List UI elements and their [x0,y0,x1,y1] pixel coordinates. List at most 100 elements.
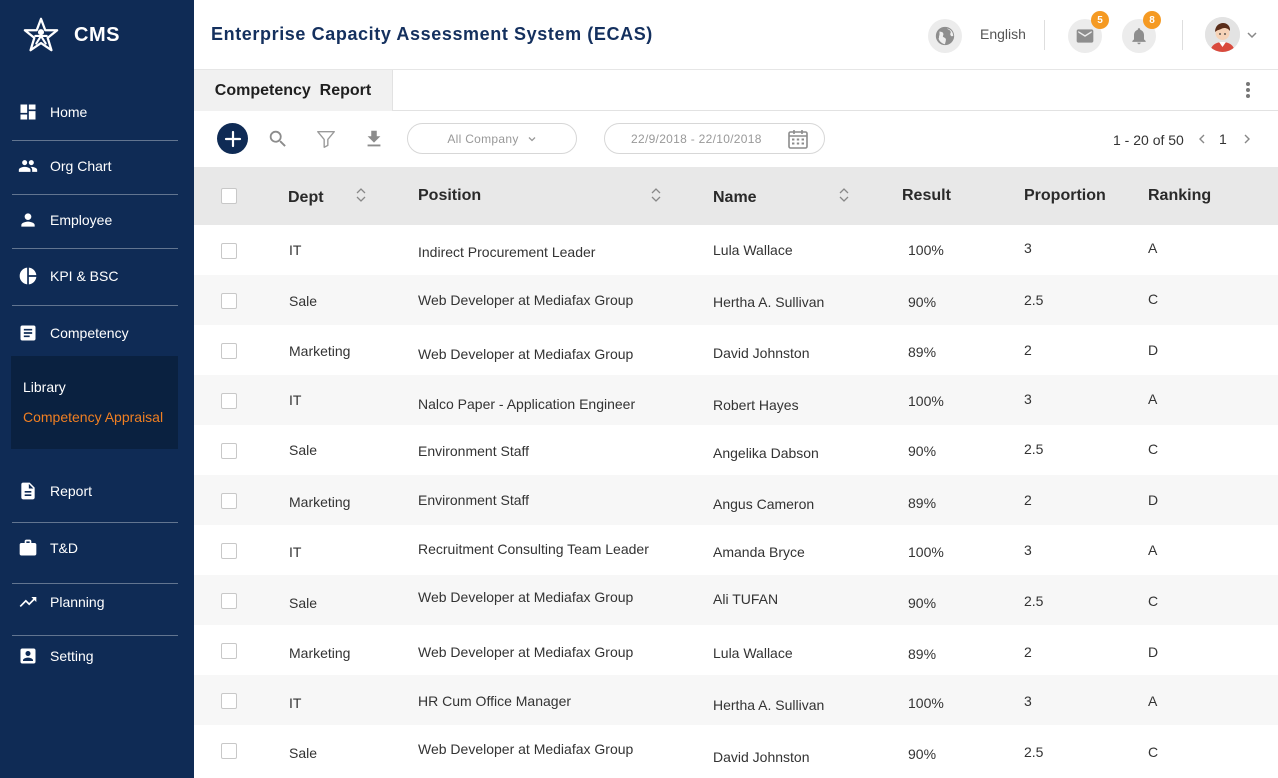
cell-dept: Sale [289,595,318,611]
company-select-value: All Company [447,131,519,146]
cell-result: 90% [908,294,937,310]
cell-result: 89% [908,495,937,511]
submenu-item-competency-appraisal[interactable]: Competency Appraisal [23,409,163,425]
sidebar-divider [12,305,178,306]
filter-button[interactable] [315,128,337,150]
column-header-proportion[interactable]: Proportion [1024,187,1106,205]
cell-ranking: C [1148,441,1159,457]
cell-result: 89% [908,344,937,360]
brand-logo[interactable]: CMS [22,15,120,55]
cell-name: David Johnston [713,345,810,361]
brand-name: CMS [74,23,120,46]
table-row[interactable]: IT Recruitment Consulting Team Leader Aman… [194,525,1278,575]
column-header-result[interactable]: Result [902,187,951,205]
download-button[interactable] [363,128,385,150]
cell-ranking: A [1148,693,1158,709]
submenu-item-library[interactable]: Library [23,379,66,395]
cell-proportion: 2.5 [1024,292,1044,308]
cell-proportion: 2 [1024,492,1032,508]
table-row[interactable]: IT Indirect Procurement Leader Lula Wallac… [194,225,1278,275]
sidebar-item-employee[interactable]: Employee [12,210,178,230]
more-vert-icon[interactable] [1240,80,1256,100]
date-range-picker[interactable]: 22/9/2018 - 22/10/2018 [604,123,825,154]
row-checkbox[interactable] [221,243,237,259]
sidebar-item-kpi-bsc[interactable]: KPI & BSC [12,266,178,286]
sidebar-item-planning[interactable]: Planning [12,592,178,612]
sidebar-item-label: Setting [50,648,94,664]
next-page-button[interactable] [1241,132,1253,146]
chevron-left-icon [1199,134,1205,144]
table-row[interactable]: Marketing Web Developer at Mediafax Group… [194,325,1278,375]
sidebar-item-org-chart[interactable]: Org Chart [12,156,178,176]
row-checkbox[interactable] [221,593,237,609]
competency-submenu: Library Competency Appraisal [11,356,178,449]
table-row[interactable]: Sale Web Developer at Mediafax Group David… [194,725,1278,775]
table-row[interactable]: IT Nalco Paper - Application Engineer Robe… [194,375,1278,425]
sort-icon[interactable] [838,187,850,203]
column-header-name[interactable]: Name [713,189,757,207]
row-checkbox[interactable] [221,693,237,709]
cell-result: 90% [908,595,937,611]
table-row[interactable]: Marketing Environment Staff Angus Cameron 8… [194,475,1278,525]
cell-proportion: 3 [1024,240,1032,256]
row-checkbox[interactable] [221,543,237,559]
row-checkbox[interactable] [221,343,237,359]
prev-page-button[interactable] [1196,132,1208,146]
cell-name: Angus Cameron [713,496,815,512]
row-checkbox[interactable] [221,743,237,759]
cell-position: HR Cum Office Manager [418,693,572,709]
cell-dept: Sale [289,442,318,458]
search-button[interactable] [267,128,289,150]
sidebar-divider [12,194,178,195]
language-selector[interactable]: English [980,26,1026,42]
cell-dept: Marketing [289,645,351,661]
row-checkbox[interactable] [221,643,237,659]
sort-icon[interactable] [650,187,662,203]
table-row[interactable]: Sale Environment Staff Angelika Dabson 90% 2… [194,425,1278,475]
row-checkbox[interactable] [221,493,237,509]
row-checkbox[interactable] [221,443,237,459]
table-row[interactable]: IT HR Cum Office Manager Hertha A. Sulliva… [194,675,1278,725]
cell-position: Web Developer at Mediafax Group [418,589,634,605]
avatar[interactable] [1205,17,1240,52]
table-row[interactable]: Sale Web Developer at Mediafax Group Ali T… [194,575,1278,625]
sidebar-item-competency[interactable]: Competency [12,323,178,343]
cell-name: Lula Wallace [713,645,793,661]
add-button[interactable] [217,123,248,154]
bell-icon [1132,28,1146,45]
filter-icon [317,130,335,148]
cell-result: 100% [908,393,944,409]
row-checkbox[interactable] [221,293,237,309]
sort-icon[interactable] [355,187,367,203]
cell-position: Environment Staff [418,492,530,508]
row-checkbox[interactable] [221,393,237,409]
tab-competency-report[interactable]: Competency Report [194,70,393,111]
column-header-dept[interactable]: Dept [288,189,324,207]
sidebar-item-t-and-d[interactable]: T&D [12,538,178,558]
sidebar-item-setting[interactable]: Setting [12,646,178,666]
current-page-number[interactable]: 1 [1219,131,1227,147]
column-header-position[interactable]: Position [418,187,481,205]
select-all-checkbox[interactable] [221,188,237,204]
header-divider [1044,20,1045,50]
competency-report-table: Dept Position Name Result Proportion Ran… [194,167,1278,778]
person-icon [18,210,38,230]
cell-proportion: 2 [1024,644,1032,660]
cell-position: Environment Staff [418,443,530,459]
company-select[interactable]: All Company [407,123,577,154]
cell-result: 100% [908,544,944,560]
cell-name: Hertha A. Sullivan [713,697,825,713]
chevron-down-icon[interactable] [1246,29,1258,41]
tab-bar: Competency Report [194,70,1278,111]
table-row[interactable]: Marketing Web Developer at Mediafax Group… [194,625,1278,675]
cell-position: Web Developer at Mediafax Group [418,292,634,308]
column-header-ranking[interactable]: Ranking [1148,187,1211,205]
sidebar-item-home[interactable]: Home [12,102,178,122]
cell-ranking: D [1148,492,1159,508]
sidebar-item-label: Home [50,104,88,120]
globe-icon[interactable] [928,19,962,53]
sidebar-item-report[interactable]: Report [12,481,178,501]
cell-dept: IT [289,544,302,560]
table-row[interactable]: Sale Web Developer at Mediafax Group Herth… [194,275,1278,325]
chevron-down-icon [528,136,536,141]
